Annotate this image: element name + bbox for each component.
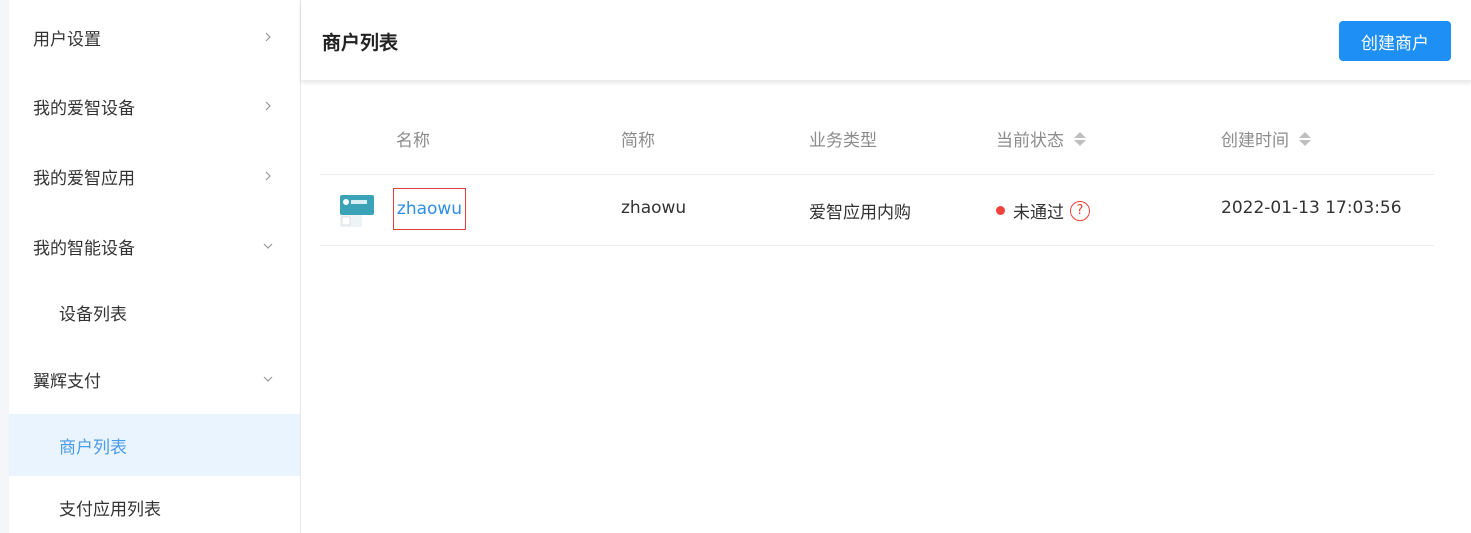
chevron-right-icon: [261, 30, 275, 44]
sort-icon[interactable]: [1074, 131, 1086, 146]
sidebar-item-label: 我的爱智应用: [33, 168, 135, 189]
sidebar-item-merchant-list[interactable]: 商户列表: [9, 414, 300, 476]
column-header-label: 简称: [621, 131, 655, 151]
chevron-down-icon: [261, 239, 275, 253]
sort-icon[interactable]: [1299, 131, 1311, 146]
column-header-created-at[interactable]: 创建时间: [1221, 126, 1311, 151]
column-header-label: 业务类型: [809, 131, 877, 151]
chevron-down-icon: [261, 372, 275, 386]
app-root: 用户设置 我的爱智设备 我的爱智应用 我的智能设备 设备列表 翼辉支付 商户列表…: [0, 0, 1471, 533]
column-header-label: 名称: [396, 131, 430, 151]
chevron-right-icon: [261, 99, 275, 113]
sidebar-item-label: 用户设置: [33, 29, 101, 50]
status-dot-icon: [996, 206, 1005, 215]
sidebar: 用户设置 我的爱智设备 我的爱智应用 我的智能设备 设备列表 翼辉支付 商户列表…: [0, 0, 301, 533]
sidebar-item-sylixos-pay[interactable]: 翼辉支付: [9, 346, 300, 412]
sidebar-item-user-settings[interactable]: 用户设置: [9, 4, 300, 70]
sidebar-item-label: 设备列表: [59, 304, 127, 325]
merchant-name-link[interactable]: zhaowu: [393, 188, 466, 230]
sidebar-item-label: 我的智能设备: [33, 238, 135, 259]
merchant-created-at: 2022-01-13 17:03:56: [1221, 198, 1402, 218]
sidebar-item-payment-app-list[interactable]: 支付应用列表: [9, 476, 300, 533]
chevron-right-icon: [261, 169, 275, 183]
merchant-business-type: 爱智应用内购: [809, 203, 911, 223]
sidebar-item-my-aizhi-apps[interactable]: 我的爱智应用: [9, 143, 300, 209]
status-label: 未通过: [1013, 203, 1064, 223]
sidebar-item-my-smart-devices[interactable]: 我的智能设备: [9, 213, 300, 279]
sidebar-item-my-aizhi-devices[interactable]: 我的爱智设备: [9, 73, 300, 139]
create-merchant-button[interactable]: 创建商户: [1339, 21, 1451, 61]
merchant-status: 未通过 ?: [996, 198, 1090, 223]
sidebar-item-label: 我的爱智设备: [33, 98, 135, 119]
page-title: 商户列表: [322, 32, 399, 54]
column-header-name: 名称: [396, 126, 430, 151]
table-divider: [320, 245, 1434, 246]
sidebar-item-label: 支付应用列表: [59, 499, 161, 520]
sidebar-item-device-list[interactable]: 设备列表: [9, 281, 300, 343]
merchant-short-name: zhaowu: [621, 198, 687, 218]
sidebar-item-label: 商户列表: [59, 437, 127, 458]
column-header-label: 当前状态: [996, 131, 1064, 151]
column-header-short-name: 简称: [621, 126, 655, 151]
column-header-business-type: 业务类型: [809, 126, 877, 151]
page-header: 商户列表 创建商户: [301, 0, 1471, 81]
column-header-label: 创建时间: [1221, 131, 1289, 151]
merchant-thumbnail-icon: [340, 195, 374, 227]
column-header-status[interactable]: 当前状态: [996, 126, 1086, 151]
table-divider: [320, 174, 1434, 175]
merchant-name: zhaowu: [396, 199, 463, 219]
question-circle-icon[interactable]: ?: [1070, 200, 1090, 221]
sidebar-item-label: 翼辉支付: [33, 371, 101, 392]
